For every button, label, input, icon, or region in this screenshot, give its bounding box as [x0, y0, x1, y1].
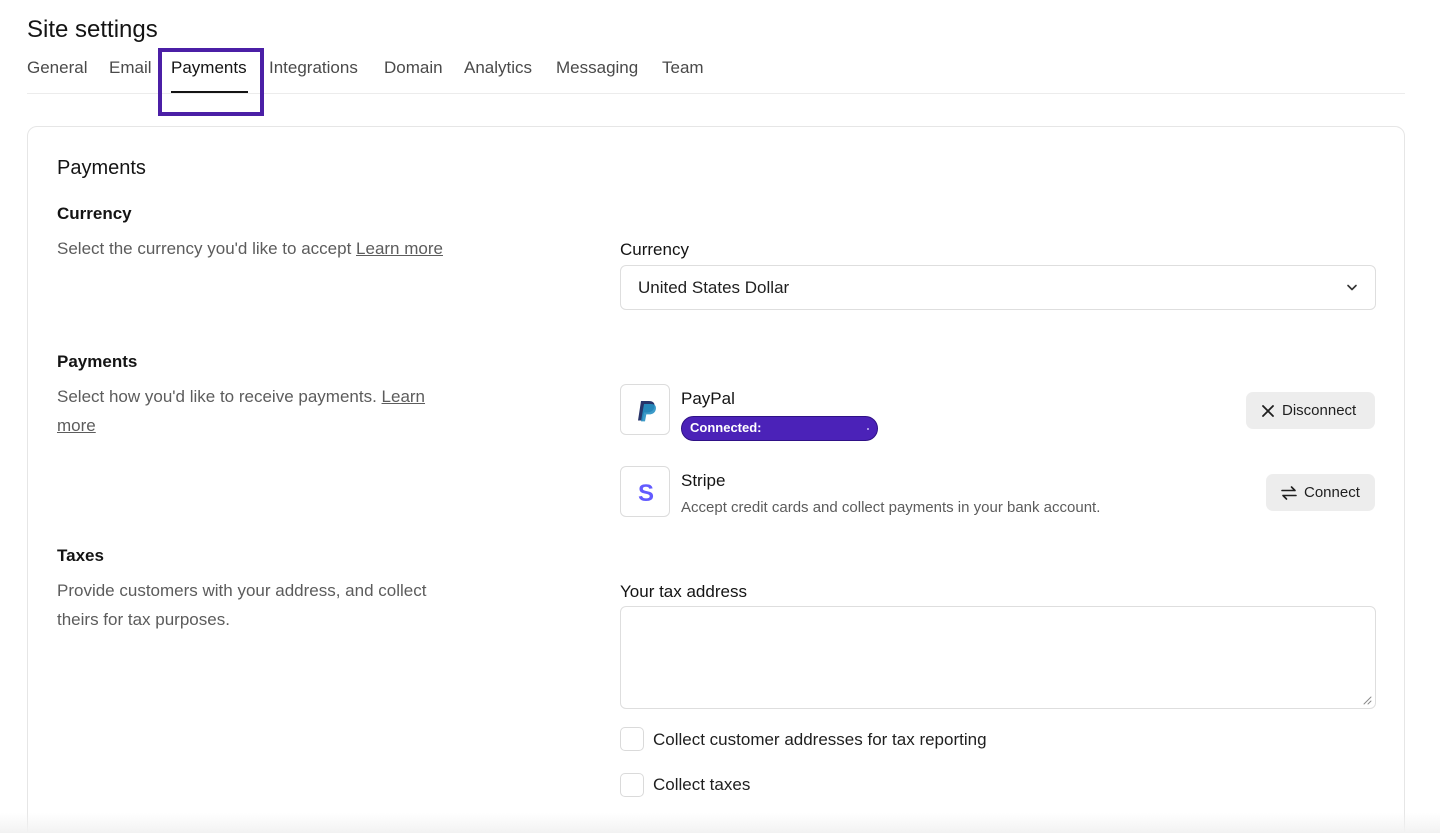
paypal-name: PayPal	[681, 389, 735, 408]
tax-address-label: Your tax address	[620, 582, 747, 601]
paypal-logo	[620, 384, 670, 435]
tab-domain[interactable]: Domain	[384, 58, 443, 78]
tab-general[interactable]: General	[27, 58, 87, 78]
close-icon	[1262, 404, 1274, 417]
page-title: Site settings	[27, 16, 158, 43]
connect-label: Connect	[1304, 484, 1360, 501]
disconnect-label: Disconnect	[1282, 402, 1357, 419]
tab-team[interactable]: Team	[662, 58, 704, 78]
resize-grip-icon[interactable]	[1362, 695, 1372, 705]
tab-analytics[interactable]: Analytics	[464, 58, 532, 78]
card-title: Payments	[57, 157, 146, 179]
tab-integrations[interactable]: Integrations	[269, 58, 358, 78]
collect-taxes-label: Collect taxes	[653, 775, 751, 794]
active-tab-indicator	[171, 91, 248, 93]
bottom-fade	[0, 813, 1440, 833]
paypal-status-badge: Connected:	[681, 416, 878, 441]
paypal-disconnect-button[interactable]: Disconnect	[1246, 392, 1375, 429]
collect-taxes-checkbox[interactable]	[620, 773, 644, 797]
payments-description: Select how you'd like to receive payment…	[57, 382, 457, 440]
chevron-down-icon	[1347, 284, 1357, 291]
tab-email[interactable]: Email	[109, 58, 152, 78]
taxes-description: Provide customers with your address, and…	[57, 576, 426, 634]
currency-select[interactable]: United States Dollar	[620, 265, 1376, 310]
taxes-description-line1: Provide customers with your address, and…	[57, 581, 427, 600]
stripe-connect-button[interactable]: Connect	[1266, 474, 1375, 511]
taxes-heading: Taxes	[57, 546, 104, 565]
payments-heading: Payments	[57, 352, 138, 371]
tax-address-input[interactable]	[620, 606, 1376, 709]
currency-description: Select the currency you'd like to accept…	[57, 234, 443, 263]
currency-description-text: Select the currency you'd like to accept	[57, 239, 352, 258]
paypal-status-text: Connected:	[690, 420, 762, 435]
stripe-logo-icon: S	[638, 480, 654, 507]
badge-dot	[867, 428, 869, 430]
collect-addresses-checkbox[interactable]	[620, 727, 644, 751]
taxes-description-line2: theirs for tax purposes.	[57, 610, 230, 629]
stripe-logo-letter: S	[638, 480, 654, 507]
payments-settings-card: Payments Currency Select the currency yo…	[27, 126, 1405, 833]
currency-selected-value: United States Dollar	[638, 278, 790, 297]
swap-arrows-icon	[1281, 485, 1297, 500]
tab-messaging[interactable]: Messaging	[556, 58, 638, 78]
stripe-name: Stripe	[681, 471, 726, 490]
paypal-logo-icon	[638, 401, 656, 422]
settings-tabs: General Email Payments Integrations Doma…	[27, 48, 1405, 116]
payments-learn-more-link-cont[interactable]: more	[57, 416, 96, 435]
payments-learn-more-link[interactable]: Learn	[382, 387, 425, 406]
collect-addresses-label: Collect customer addresses for tax repor…	[653, 730, 987, 749]
currency-learn-more-link[interactable]: Learn more	[356, 239, 443, 258]
stripe-description: Accept credit cards and collect payments…	[681, 499, 1101, 516]
tab-payments[interactable]: Payments	[171, 58, 247, 78]
currency-field-label: Currency	[620, 240, 689, 259]
stripe-logo: S	[620, 466, 670, 517]
currency-heading: Currency	[57, 204, 132, 223]
payments-description-text: Select how you'd like to receive payment…	[57, 387, 377, 406]
